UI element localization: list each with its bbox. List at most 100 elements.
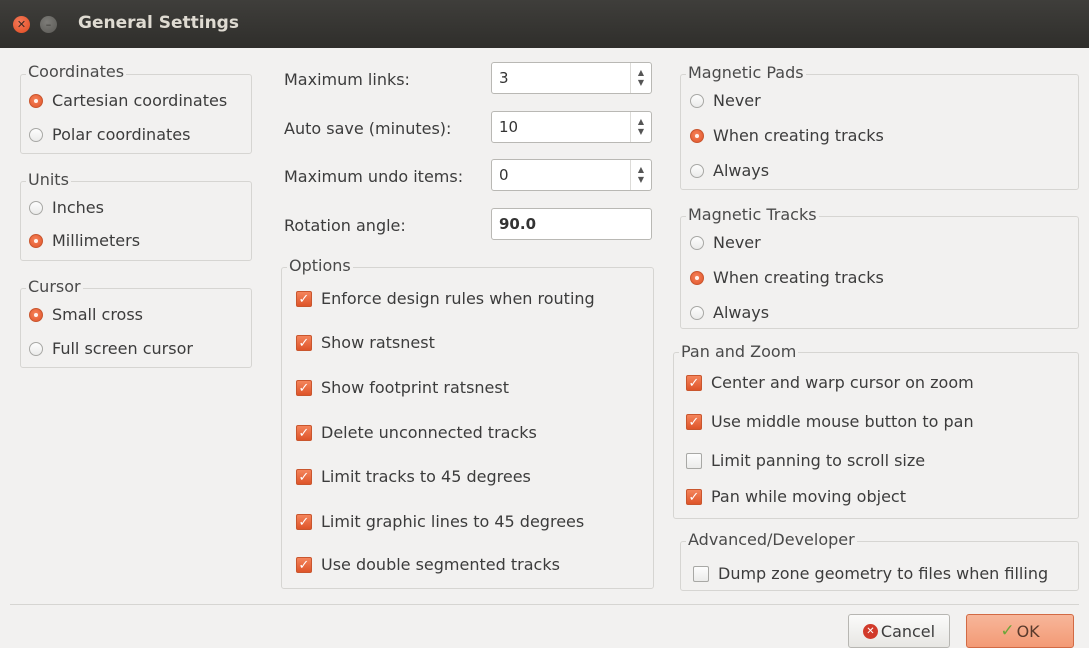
checkbox-double-segmented-tracks[interactable]: ✓ Use double segmented tracks <box>296 555 560 575</box>
checkbox-dump-zone-geometry[interactable]: Dump zone geometry to files when filling <box>693 564 1048 584</box>
auto-save-value[interactable]: 10 <box>492 118 630 136</box>
checkbox-checked-icon: ✓ <box>296 469 312 485</box>
max-undo-value[interactable]: 0 <box>492 166 630 184</box>
radio-tracks-always[interactable]: Always <box>690 303 769 323</box>
checkbox-label: Delete unconnected tracks <box>321 423 537 442</box>
magnetic-tracks-label: Magnetic Tracks <box>686 205 819 225</box>
magnetic-pads-label: Magnetic Pads <box>686 63 806 83</box>
checkmark-icon: ✓ <box>1000 621 1015 641</box>
spinner-arrows-icon[interactable]: ▲ ▼ <box>630 112 651 142</box>
checkbox-checked-icon: ✓ <box>296 380 312 396</box>
max-links-value[interactable]: 3 <box>492 69 630 87</box>
pan-zoom-label: Pan and Zoom <box>679 342 799 362</box>
radio-millimeters[interactable]: Millimeters <box>29 231 140 251</box>
checkbox-label: Use middle mouse button to pan <box>711 412 974 431</box>
auto-save-label: Auto save (minutes): <box>284 119 452 138</box>
checkbox-middle-mouse-pan[interactable]: ✓ Use middle mouse button to pan <box>686 412 974 432</box>
radio-label: When creating tracks <box>713 268 884 287</box>
radio-pads-never[interactable]: Never <box>690 91 761 111</box>
checkbox-delete-unconnected-tracks[interactable]: ✓ Delete unconnected tracks <box>296 423 537 443</box>
radio-pads-when-creating-tracks[interactable]: When creating tracks <box>690 126 884 146</box>
radio-label: Polar coordinates <box>52 125 191 144</box>
radio-label: Small cross <box>52 305 144 324</box>
radio-unselected-icon <box>29 128 43 142</box>
checkbox-limit-tracks-45[interactable]: ✓ Limit tracks to 45 degrees <box>296 467 531 487</box>
radio-tracks-when-creating-tracks[interactable]: When creating tracks <box>690 268 884 288</box>
max-links-spinner[interactable]: 3 ▲ ▼ <box>491 62 652 94</box>
radio-selected-icon <box>690 129 704 143</box>
window-close-icon[interactable]: ✕ <box>13 16 30 33</box>
spinner-arrows-icon[interactable]: ▲ ▼ <box>630 63 651 93</box>
checkbox-label: Dump zone geometry to files when filling <box>718 564 1049 583</box>
spinner-arrows-icon[interactable]: ▲ ▼ <box>630 160 651 190</box>
radio-label: Millimeters <box>52 231 141 250</box>
radio-full-screen-cursor[interactable]: Full screen cursor <box>29 339 193 359</box>
options-group-label: Options <box>287 256 353 276</box>
checkbox-checked-icon: ✓ <box>296 335 312 351</box>
checkbox-limit-panning[interactable]: Limit panning to scroll size <box>686 451 925 471</box>
auto-save-spinner[interactable]: 10 ▲ ▼ <box>491 111 652 143</box>
radio-label: Inches <box>52 198 104 217</box>
cancel-button-label: Cancel <box>880 621 936 641</box>
checkbox-label: Show footprint ratsnest <box>321 378 510 397</box>
radio-tracks-never[interactable]: Never <box>690 233 761 253</box>
checkbox-checked-icon: ✓ <box>686 489 702 505</box>
checkbox-show-ratsnest[interactable]: ✓ Show ratsnest <box>296 333 435 353</box>
radio-unselected-icon <box>690 94 704 108</box>
radio-label: Never <box>713 233 761 252</box>
advanced-label: Advanced/Developer <box>686 530 857 550</box>
cursor-group-label: Cursor <box>26 277 83 297</box>
radio-label: Full screen cursor <box>52 339 193 358</box>
checkbox-center-warp-cursor[interactable]: ✓ Center and warp cursor on zoom <box>686 373 974 393</box>
checkbox-checked-icon: ✓ <box>296 425 312 441</box>
checkbox-checked-icon: ✓ <box>296 557 312 573</box>
cancel-icon: ✕ <box>862 623 878 639</box>
checkbox-pan-while-moving[interactable]: ✓ Pan while moving object <box>686 487 906 507</box>
window-minimize-icon[interactable]: – <box>40 16 57 33</box>
radio-selected-icon <box>690 271 704 285</box>
radio-label: When creating tracks <box>713 126 884 145</box>
checkbox-checked-icon: ✓ <box>296 291 312 307</box>
radio-label: Always <box>713 303 770 322</box>
checkbox-label: Use double segmented tracks <box>321 555 560 574</box>
radio-selected-icon <box>29 308 43 322</box>
units-group-label: Units <box>26 170 71 190</box>
checkbox-label: Enforce design rules when routing <box>321 289 595 308</box>
window-title: General Settings <box>78 13 239 33</box>
cancel-button[interactable]: ✕ Cancel <box>848 614 950 648</box>
rotation-angle-input[interactable]: 90.0 <box>491 208 652 240</box>
radio-pads-always[interactable]: Always <box>690 161 769 181</box>
radio-cartesian-coordinates[interactable]: Cartesian coordinates <box>29 91 227 111</box>
checkbox-unchecked-icon <box>686 453 702 469</box>
radio-unselected-icon <box>29 201 43 215</box>
checkbox-unchecked-icon <box>693 566 709 582</box>
checkbox-checked-icon: ✓ <box>686 414 702 430</box>
radio-small-cross[interactable]: Small cross <box>29 305 143 325</box>
radio-label: Never <box>713 91 761 110</box>
checkbox-label: Show ratsnest <box>321 333 435 352</box>
radio-polar-coordinates[interactable]: Polar coordinates <box>29 125 190 145</box>
checkbox-checked-icon: ✓ <box>296 514 312 530</box>
ok-button[interactable]: ✓ OK <box>966 614 1074 648</box>
checkbox-limit-graphic-lines-45[interactable]: ✓ Limit graphic lines to 45 degrees <box>296 512 584 532</box>
radio-selected-icon <box>29 234 43 248</box>
checkbox-label: Limit panning to scroll size <box>711 451 926 470</box>
radio-unselected-icon <box>29 342 43 356</box>
radio-unselected-icon <box>690 236 704 250</box>
rotation-angle-label: Rotation angle: <box>284 216 406 235</box>
button-separator <box>10 604 1079 605</box>
checkbox-show-footprint-ratsnest[interactable]: ✓ Show footprint ratsnest <box>296 378 509 398</box>
checkbox-label: Limit graphic lines to 45 degrees <box>321 512 585 531</box>
max-links-label: Maximum links: <box>284 70 410 89</box>
radio-inches[interactable]: Inches <box>29 198 104 218</box>
max-undo-label: Maximum undo items: <box>284 167 464 186</box>
title-bar: ✕ – General Settings <box>0 0 1089 48</box>
checkbox-label: Limit tracks to 45 degrees <box>321 467 531 486</box>
checkbox-enforce-design-rules[interactable]: ✓ Enforce design rules when routing <box>296 289 595 309</box>
radio-unselected-icon <box>690 164 704 178</box>
coordinates-group-label: Coordinates <box>26 62 127 82</box>
ok-button-label: OK <box>1016 621 1040 641</box>
max-undo-spinner[interactable]: 0 ▲ ▼ <box>491 159 652 191</box>
radio-unselected-icon <box>690 306 704 320</box>
checkbox-checked-icon: ✓ <box>686 375 702 391</box>
